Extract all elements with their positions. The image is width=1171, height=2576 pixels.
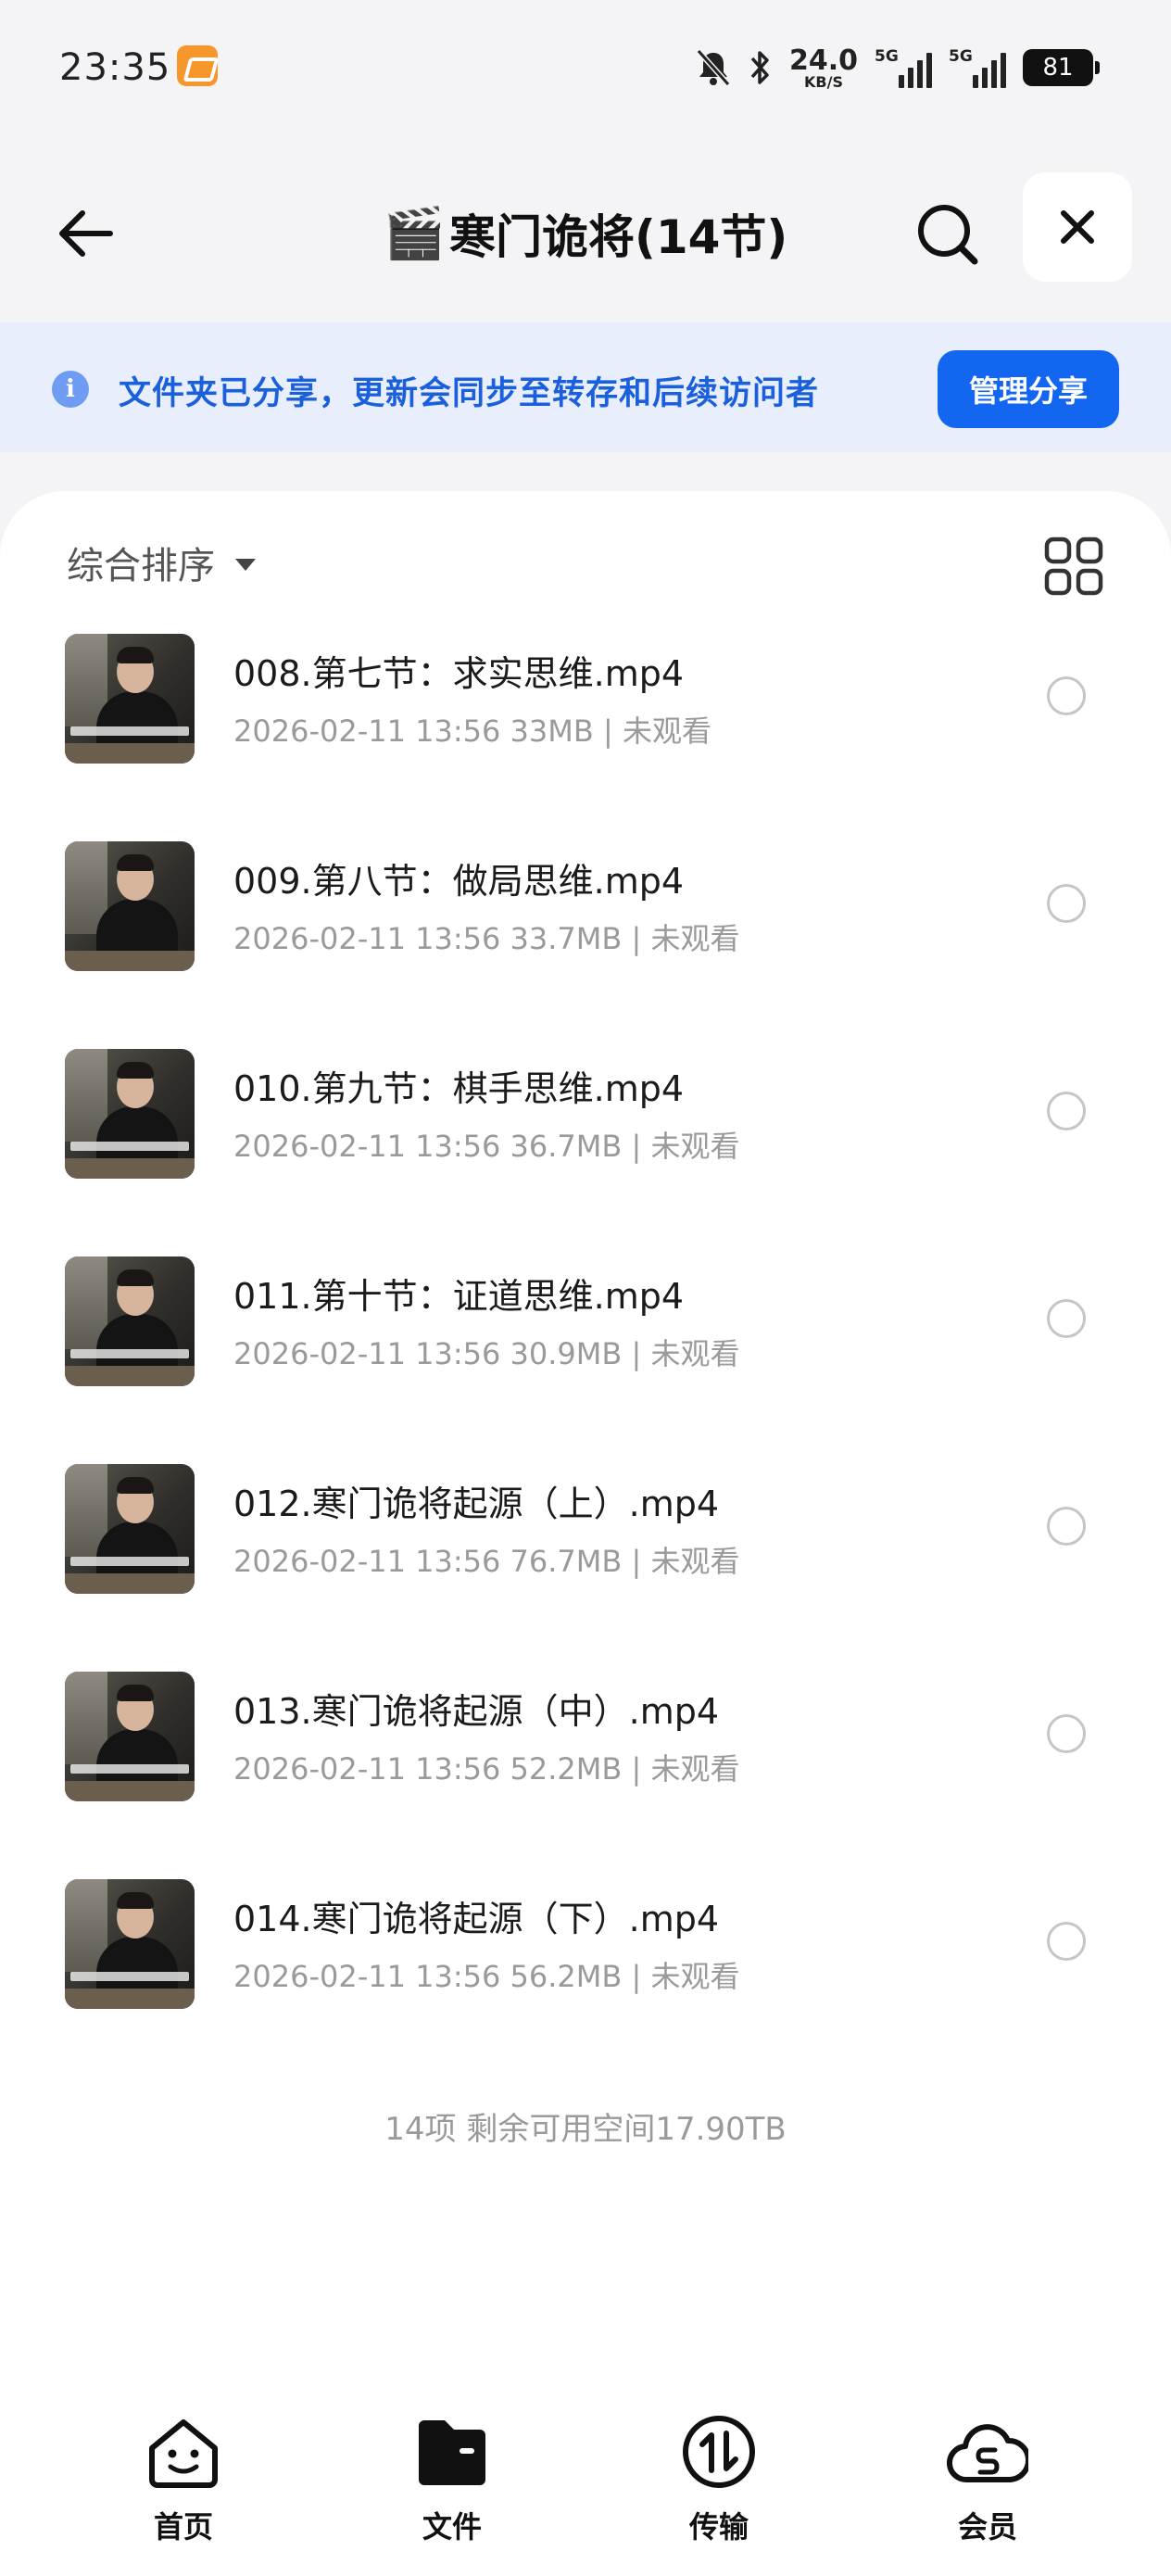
app-badge-icon <box>177 45 218 86</box>
app-screen: 23:35 24.0 KB/S 5G 5G 81 🎬 寒门诡将(14节) i 文… <box>0 0 1171 2576</box>
file-name: 010.第九节：棋手思维.mp4 <box>233 1068 685 1109</box>
home-smile-icon <box>143 2411 224 2493</box>
grid-view-icon <box>1044 537 1103 596</box>
cloud-member-icon <box>947 2411 1028 2493</box>
file-name: 013.寒门诡将起源（中）.mp4 <box>233 1691 720 1732</box>
file-meta: 2026-02-11 13:56 33.7MB | 未观看 <box>233 921 740 956</box>
video-thumbnail <box>65 634 195 764</box>
sort-label: 综合排序 <box>67 545 215 587</box>
mute-bell-icon <box>695 47 732 88</box>
nav-label: 文件 <box>422 2509 482 2544</box>
select-checkbox[interactable] <box>1047 1922 1086 1961</box>
list-item[interactable]: 014.寒门诡将起源（下）.mp4 2026-02-11 13:56 56.2M… <box>0 1879 1171 2087</box>
close-icon <box>1061 210 1094 244</box>
signal-label: 5G <box>875 47 899 66</box>
bottom-nav: 首页 文件 传输 会员 <box>0 2391 1171 2576</box>
video-thumbnail <box>65 1049 195 1179</box>
info-icon: i <box>52 371 89 408</box>
transfer-icon <box>678 2411 760 2493</box>
page-title-text: 寒门诡将(14节) <box>448 210 788 264</box>
nav-item-home[interactable]: 首页 <box>109 2411 258 2546</box>
sort-dropdown[interactable]: 综合排序 <box>67 536 256 589</box>
nav-label: 传输 <box>688 2509 749 2544</box>
file-name: 014.寒门诡将起源（下）.mp4 <box>233 1899 720 1939</box>
page-title: 🎬 寒门诡将(14节) <box>0 195 1171 272</box>
video-thumbnail <box>65 1879 195 2009</box>
file-name: 009.第八节：做局思维.mp4 <box>233 861 685 902</box>
select-checkbox[interactable] <box>1047 1714 1086 1753</box>
file-meta: 2026-02-11 13:56 30.9MB | 未观看 <box>233 1336 740 1371</box>
select-checkbox[interactable] <box>1047 884 1086 923</box>
nav-item-transfer[interactable]: 传输 <box>645 2411 793 2546</box>
header: 🎬 寒门诡将(14节) <box>0 139 1171 322</box>
select-checkbox[interactable] <box>1047 1507 1086 1546</box>
search-button[interactable] <box>908 195 986 272</box>
status-bar: 23:35 24.0 KB/S 5G 5G 81 <box>0 0 1171 139</box>
net-speed-unit: KB/S <box>804 73 843 91</box>
file-list: 008.第七节：求实思维.mp4 2026-02-11 13:56 33MB |… <box>0 634 1171 2087</box>
file-meta: 2026-02-11 13:56 33MB | 未观看 <box>233 713 711 749</box>
net-speed: 24.0 KB/S <box>788 44 858 91</box>
search-icon <box>918 205 978 265</box>
nav-item-files[interactable]: 文件 <box>378 2411 526 2546</box>
signal-icon: 5G <box>949 47 1006 88</box>
status-icons: 24.0 KB/S 5G 5G 81 <box>695 43 1100 93</box>
list-item[interactable]: 011.第十节：证道思维.mp4 2026-02-11 13:56 30.9MB… <box>0 1256 1171 1464</box>
nav-label: 会员 <box>957 2509 1017 2544</box>
select-checkbox[interactable] <box>1047 1299 1086 1338</box>
select-checkbox[interactable] <box>1047 1092 1086 1130</box>
file-name: 012.寒门诡将起源（上）.mp4 <box>233 1484 720 1524</box>
file-name: 011.第十节：证道思维.mp4 <box>233 1276 685 1317</box>
manage-share-button[interactable]: 管理分享 <box>938 350 1119 428</box>
storage-summary: 14项 剩余可用空间17.90TB <box>384 2111 787 2148</box>
list-item[interactable]: 010.第九节：棋手思维.mp4 2026-02-11 13:56 36.7MB… <box>0 1049 1171 1256</box>
nav-label: 首页 <box>153 2509 213 2544</box>
bluetooth-icon <box>749 47 773 88</box>
file-meta: 2026-02-11 13:56 76.7MB | 未观看 <box>233 1544 740 1579</box>
close-button[interactable] <box>1023 172 1132 282</box>
video-thumbnail <box>65 841 195 971</box>
list-item[interactable]: 009.第八节：做局思维.mp4 2026-02-11 13:56 33.7MB… <box>0 841 1171 1049</box>
grid-view-button[interactable] <box>1043 536 1104 597</box>
file-meta: 2026-02-11 13:56 36.7MB | 未观看 <box>233 1129 740 1164</box>
file-name: 008.第七节：求实思维.mp4 <box>233 653 685 694</box>
video-thumbnail <box>65 1672 195 1801</box>
battery-icon: 81 <box>1023 49 1100 86</box>
file-meta: 2026-02-11 13:56 52.2MB | 未观看 <box>233 1751 740 1787</box>
signal-icon: 5G <box>875 47 932 88</box>
file-meta: 2026-02-11 13:56 56.2MB | 未观看 <box>233 1959 740 1994</box>
video-thumbnail <box>65 1256 195 1386</box>
video-thumbnail <box>65 1464 195 1594</box>
select-checkbox[interactable] <box>1047 676 1086 715</box>
nav-item-member[interactable]: 会员 <box>913 2411 1062 2546</box>
net-speed-value: 24.0 <box>788 44 858 77</box>
share-banner-text: 文件夹已分享，更新会同步至转存和后续访问者 <box>119 375 820 412</box>
list-item[interactable]: 012.寒门诡将起源（上）.mp4 2026-02-11 13:56 76.7M… <box>0 1464 1171 1672</box>
list-item[interactable]: 013.寒门诡将起源（中）.mp4 2026-02-11 13:56 52.2M… <box>0 1672 1171 1879</box>
signal-label: 5G <box>949 47 973 66</box>
status-time: 23:35 <box>59 46 171 89</box>
folder-icon <box>411 2411 493 2493</box>
chevron-down-icon <box>235 558 256 571</box>
list-item[interactable]: 008.第七节：求实思维.mp4 2026-02-11 13:56 33MB |… <box>0 634 1171 841</box>
clapperboard-icon: 🎬 <box>383 204 446 262</box>
